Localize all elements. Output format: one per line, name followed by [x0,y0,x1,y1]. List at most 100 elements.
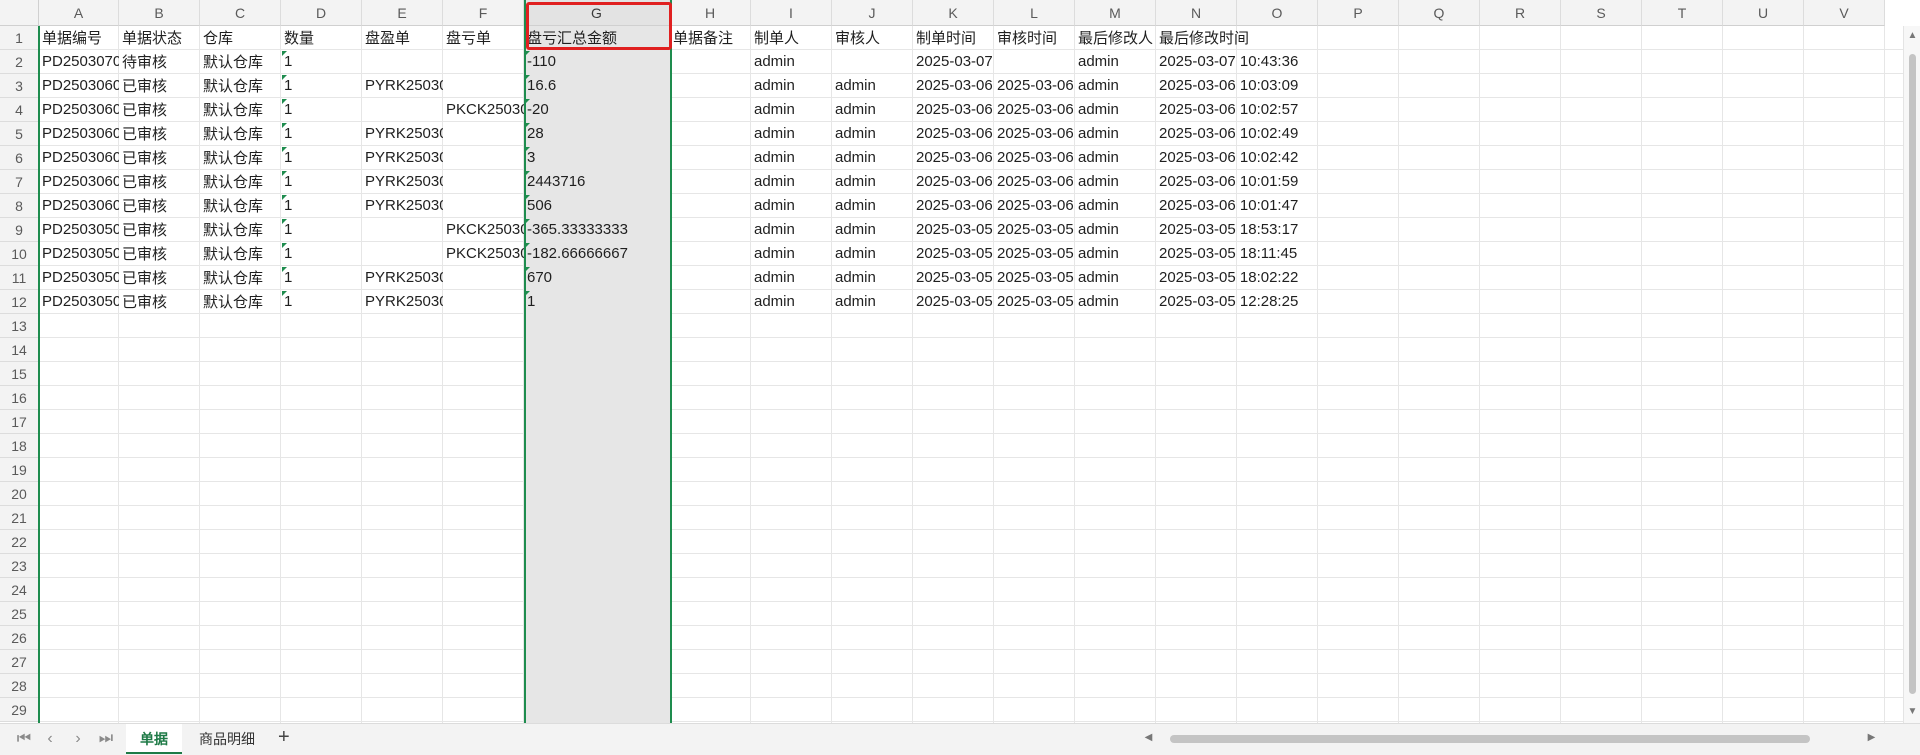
table-cell[interactable]: admin [1075,98,1156,122]
table-cell[interactable]: PD2503050 [39,242,119,266]
table-cell[interactable]: admin [832,290,913,314]
table-cell[interactable]: admin [751,146,832,170]
row-header-1[interactable]: 1 [0,26,39,50]
table-cell[interactable]: admin [1075,122,1156,146]
spreadsheet-grid[interactable]: ABCDEFGHIJKLMNOPQRSTUV 1 2 3 4 5 6 7 8 9 10 11 12 13… [0,0,1903,723]
table-cell[interactable]: 2025-03-05 [994,242,1075,266]
row-header-10[interactable]: 10 [0,242,39,266]
row-header-16[interactable]: 16 [0,386,39,410]
table-cell[interactable]: admin [751,170,832,194]
header-cell[interactable]: 审核人 [832,26,913,50]
table-cell[interactable]: admin [1075,74,1156,98]
header-cell[interactable]: 最后修改时间 [1156,26,1249,50]
table-cell[interactable]: PD2503050 [39,218,119,242]
table-cell[interactable]: 2025-03-05 [994,218,1075,242]
table-cell[interactable]: admin [1075,50,1156,74]
next-sheet-icon[interactable]: › [68,730,88,748]
table-cell[interactable]: -182.66666667 [524,242,670,266]
column-header-t[interactable]: T [1642,0,1723,26]
column-header-p[interactable]: P [1318,0,1399,26]
column-header-v[interactable]: V [1804,0,1885,26]
column-header-n[interactable]: N [1156,0,1237,26]
table-cell[interactable]: admin [1075,242,1156,266]
row-header-22[interactable]: 22 [0,530,39,554]
table-cell[interactable]: PD2503060 [39,170,119,194]
column-header-l[interactable]: L [994,0,1075,26]
first-sheet-icon[interactable]: ⏮ [14,730,34,748]
header-cell[interactable]: 单据状态 [119,26,200,50]
header-cell[interactable]: 制单时间 [913,26,994,50]
table-cell[interactable]: 已审核 [119,242,200,266]
table-cell[interactable]: 2025-03-06 10:02:57 [1156,98,1298,122]
table-cell[interactable]: admin [832,242,913,266]
column-header-h[interactable]: H [670,0,751,26]
column-header-o[interactable]: O [1237,0,1318,26]
row-header-26[interactable]: 26 [0,626,39,650]
table-cell[interactable]: 已审核 [119,146,200,170]
table-cell[interactable]: PD2503060 [39,98,119,122]
row-header-17[interactable]: 17 [0,410,39,434]
row-header-9[interactable]: 9 [0,218,39,242]
table-cell[interactable]: 已审核 [119,170,200,194]
row-header-4[interactable]: 4 [0,98,39,122]
row-header-11[interactable]: 11 [0,266,39,290]
table-cell[interactable]: 2025-03-06 [913,122,994,146]
table-cell[interactable]: 2025-03-06 10:02:42 [1156,146,1298,170]
table-cell[interactable]: 1 [281,218,362,242]
table-cell[interactable]: PD2503070 [39,50,119,74]
table-cell[interactable]: admin [751,242,832,266]
table-cell[interactable]: 2025-03-07 10:43:36 [1156,50,1298,74]
row-header-21[interactable]: 21 [0,506,39,530]
row-header-24[interactable]: 24 [0,578,39,602]
table-cell[interactable]: 2025-03-06 [913,98,994,122]
table-cell[interactable]: 2025-03-06 [994,146,1075,170]
row-header-18[interactable]: 18 [0,434,39,458]
horizontal-scrollbar[interactable]: ◀ ▶ [1140,732,1880,746]
table-cell[interactable]: PYRK25030 [362,266,443,290]
table-cell[interactable]: PD2503050 [39,290,119,314]
table-cell[interactable]: PYRK25030 [362,170,443,194]
header-cell[interactable]: 单据备注 [670,26,751,50]
column-header-m[interactable]: M [1075,0,1156,26]
column-header-r[interactable]: R [1480,0,1561,26]
table-cell[interactable]: admin [1075,290,1156,314]
table-cell[interactable]: 1 [281,122,362,146]
table-cell[interactable]: 2025-03-06 [994,74,1075,98]
scroll-up-arrow-icon[interactable]: ▲ [1904,30,1920,41]
column-header-k[interactable]: K [913,0,994,26]
table-cell[interactable]: PD2503060 [39,194,119,218]
table-cell[interactable]: PD2503050 [39,266,119,290]
header-cell[interactable]: 制单人 [751,26,832,50]
column-header-a[interactable]: A [39,0,119,26]
table-cell[interactable]: 2025-03-05 [913,266,994,290]
table-cell[interactable]: PYRK25030 [362,122,443,146]
column-header-i[interactable]: I [751,0,832,26]
row-header-20[interactable]: 20 [0,482,39,506]
table-cell[interactable]: 已审核 [119,218,200,242]
table-cell[interactable]: 2025-03-05 [913,242,994,266]
header-cell[interactable]: 数量 [281,26,362,50]
table-cell[interactable]: 1 [281,98,362,122]
table-cell[interactable]: PKCK25030 [443,98,524,122]
table-cell[interactable]: 16.6 [524,74,670,98]
row-header-23[interactable]: 23 [0,554,39,578]
row-header-19[interactable]: 19 [0,458,39,482]
table-cell[interactable]: admin [832,146,913,170]
table-cell[interactable]: admin [1075,266,1156,290]
table-cell[interactable]: 已审核 [119,98,200,122]
scroll-left-arrow-icon[interactable]: ◀ [1140,732,1157,743]
table-cell[interactable]: 1 [524,290,670,314]
table-cell[interactable]: PYRK25030 [362,290,443,314]
table-cell[interactable]: 2025-03-05 12:28:25 [1156,290,1298,314]
row-header-12[interactable]: 12 [0,290,39,314]
vertical-scroll-thumb[interactable] [1909,54,1916,694]
table-cell[interactable]: 已审核 [119,290,200,314]
column-header-e[interactable]: E [362,0,443,26]
sheet-tab-documents[interactable]: 单据 [126,724,182,754]
scroll-right-arrow-icon[interactable]: ▶ [1863,732,1880,743]
table-cell[interactable]: PD2503060 [39,146,119,170]
table-cell[interactable]: 1 [281,242,362,266]
table-cell[interactable]: 2025-03-05 [913,290,994,314]
row-header-25[interactable]: 25 [0,602,39,626]
header-cell[interactable]: 盘亏单 [443,26,524,50]
